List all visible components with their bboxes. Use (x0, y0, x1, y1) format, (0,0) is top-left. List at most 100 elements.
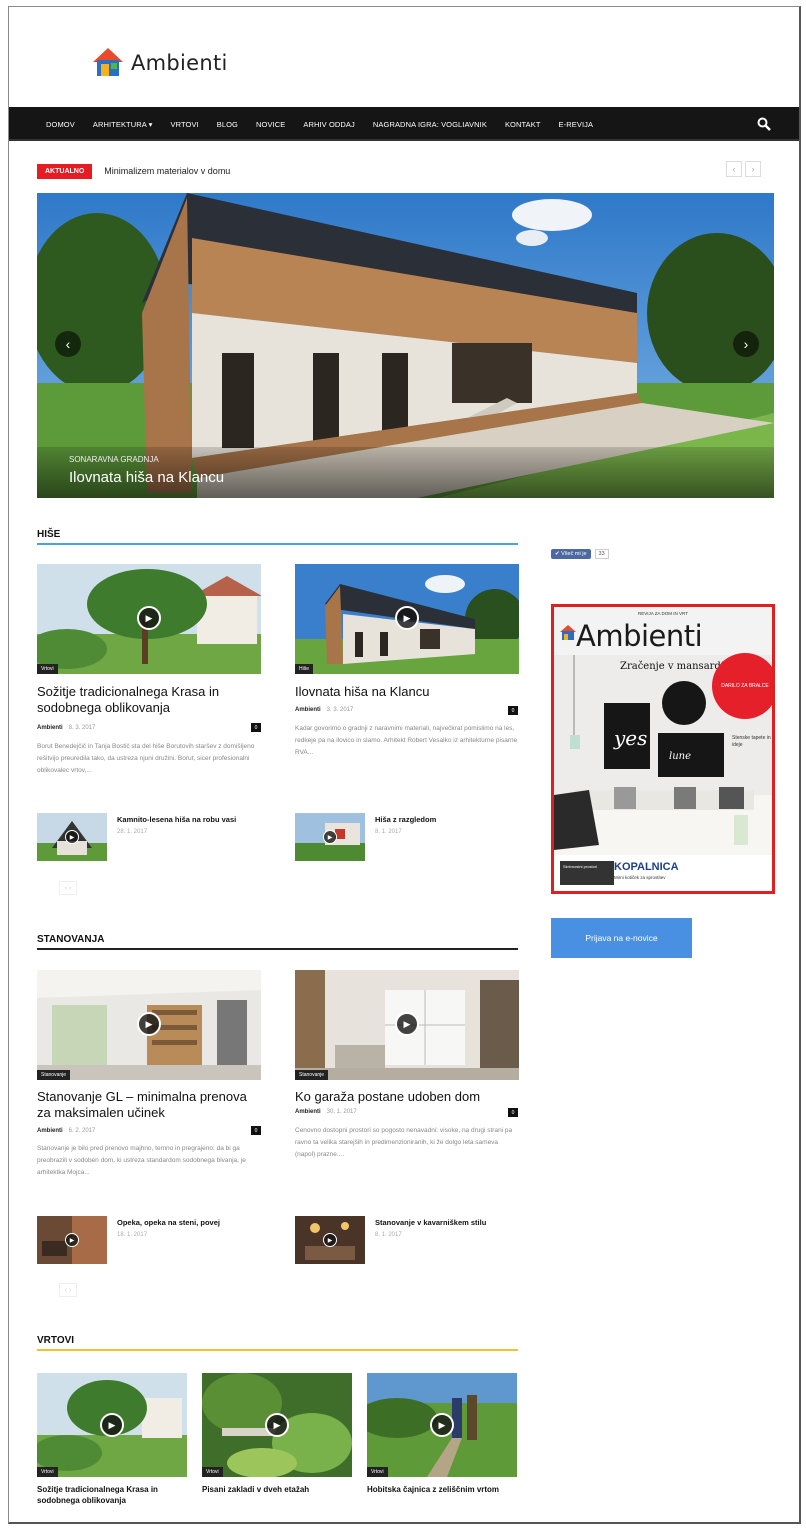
card-title[interactable]: Ko garaža postane udoben dom (295, 1089, 519, 1105)
play-icon[interactable]: ▶ (430, 1413, 454, 1437)
newsletter-signup-button[interactable]: Prijava na e-novice (551, 918, 692, 958)
hero-title[interactable]: Ilovnata hiša na Klancu (69, 469, 224, 486)
small-card-image[interactable]: ▶ (295, 1216, 365, 1264)
small-card-date: 8. 1. 2017 (375, 1232, 402, 1238)
magazine-cover-ad[interactable]: REVIJA ZA DOM IN VRT Ambienti yes lune Z… (551, 604, 775, 894)
nav-item-blog[interactable]: BLOG (208, 120, 247, 129)
play-icon[interactable]: ▶ (137, 1012, 161, 1036)
card-image-stanovanja-2[interactable]: ▶ Stanovanje (295, 970, 519, 1080)
hero-caption[interactable]: SONARAVNA GRADNJA Ilovnata hiša na Klanc… (37, 447, 774, 498)
play-icon[interactable]: ▶ (65, 830, 79, 844)
site-logo[interactable]: Ambienti (91, 43, 228, 83)
card-author[interactable]: Ambienti (37, 725, 63, 731)
card-date: 8. 3. 2017 (68, 725, 96, 731)
svg-text:yes: yes (613, 726, 647, 750)
card-excerpt: Borut Benedejčič in Tanja Bostič sta del… (37, 743, 255, 774)
vrtovi-card-title[interactable]: Hobitska čajnica z zeliščnim vrtom (367, 1484, 517, 1495)
play-icon[interactable]: ▶ (137, 606, 161, 630)
small-card-image[interactable]: ▶ (37, 1216, 107, 1264)
nav-item-arhitektura[interactable]: ARHITEKTURA ▾ (84, 120, 162, 129)
card-excerpt: Kadar govorimo o gradnji z naravnimi mat… (295, 725, 518, 756)
card-excerpt: Stanovanje je bilo pred prenovo majhno, … (37, 1145, 246, 1176)
card-excerpt: Cenovno dostopni prostori so pogosto nen… (295, 1127, 513, 1158)
small-card-title[interactable]: Kamnito-lesena hiša na robu vasi (117, 815, 257, 825)
card-date: 6. 2. 2017 (68, 1128, 96, 1134)
card-author[interactable]: Ambienti (37, 1128, 63, 1134)
ticker-headline[interactable]: Minimalizem materialov v domu (104, 166, 230, 176)
card-image-hise-1[interactable]: ▶ Vrtovi (37, 564, 261, 674)
facebook-like-count: 33 (594, 549, 609, 559)
small-card-title[interactable]: Stanovanje v kavarniškem stilu (375, 1218, 515, 1228)
search-icon[interactable] (757, 117, 771, 131)
svg-text:lune: lune (669, 751, 691, 762)
card-author[interactable]: Ambienti (295, 1109, 321, 1115)
small-card-date: 18. 1. 2017 (117, 1232, 148, 1238)
magazine-badge: DARILO ZA BRALCE (712, 653, 772, 719)
vrtovi-card-image[interactable]: ▶ Vrtovi (367, 1373, 517, 1477)
card-tag[interactable]: Vrtovi (37, 1467, 58, 1477)
play-icon[interactable]: ▶ (395, 1012, 419, 1036)
hero-next-button[interactable]: › (733, 331, 759, 357)
vrtovi-card-image[interactable]: ▶ Vrtovi (202, 1373, 352, 1477)
nav-item-novice[interactable]: NOVICE (247, 120, 294, 129)
vrtovi-card-title[interactable]: Pisani zakladi v dveh etažah (202, 1484, 352, 1495)
card-tag[interactable]: Vrtovi (37, 664, 58, 674)
magazine-note: Stenske tapete in ideje (732, 735, 771, 748)
magazine-bottom-subtitle: Mirni kotiček za sprostitev (614, 875, 666, 880)
small-card-image[interactable]: ▶ (295, 813, 365, 861)
card-image-hise-2[interactable]: ▶ Hiše (295, 564, 519, 674)
nav-item-kontakt[interactable]: KONTAKT (496, 120, 550, 129)
vrtovi-card-image[interactable]: ▶ Vrtovi (37, 1373, 187, 1477)
play-icon[interactable]: ▶ (323, 1233, 337, 1247)
hero-slider[interactable]: ‹ › SONARAVNA GRADNJA Ilovnata hiša na K… (37, 193, 774, 498)
play-icon[interactable]: ▶ (100, 1413, 124, 1437)
card-title[interactable]: Stanovanje GL – minimalna prenova za mak… (37, 1089, 261, 1121)
magazine-bottom-title: KOPALNICA (614, 861, 679, 873)
news-ticker: AKTUALNO Minimalizem materialov v domu (37, 161, 230, 181)
section-pager[interactable]: ‹ › (59, 881, 77, 895)
card-author[interactable]: Ambienti (295, 707, 321, 713)
section-title-stanovanja[interactable]: STANOVANJA (37, 934, 104, 945)
section-divider-stanovanja (37, 948, 518, 950)
magazine-logo-icon (560, 625, 576, 640)
comment-count-badge[interactable]: 0 (508, 706, 518, 715)
card-tag[interactable]: Stanovanje (295, 1070, 329, 1080)
card-image-stanovanja-1[interactable]: ▶ Stanovanje (37, 970, 261, 1080)
card-title[interactable]: Ilovnata hiša na Klancu (295, 684, 519, 700)
hero-category[interactable]: SONARAVNA GRADNJA (69, 455, 159, 464)
play-icon[interactable]: ▶ (65, 1233, 79, 1247)
page-frame: Ambienti DOMOV ARHITEKTURA ▾ VRTOVI BLOG… (8, 6, 801, 1524)
card-title[interactable]: Sožitje tradicionalnega Krasa in sodobne… (37, 684, 261, 716)
play-icon[interactable]: ▶ (395, 606, 419, 630)
ticker-next-button[interactable]: › (745, 161, 761, 177)
section-title-hise[interactable]: HIŠE (37, 529, 60, 540)
small-card-image[interactable]: ▶ (37, 813, 107, 861)
card-tag[interactable]: Stanovanje (37, 1070, 71, 1080)
ticker-prev-button[interactable]: ‹ (726, 161, 742, 177)
comment-count-badge[interactable]: 0 (508, 1108, 518, 1117)
nav-item-nagradna-igra[interactable]: NAGRADNA IGRA: Vogliavnik (364, 120, 496, 129)
hero-prev-button[interactable]: ‹ (55, 331, 81, 357)
nav-item-domov[interactable]: DOMOV (37, 120, 84, 129)
nav-item-vrtovi[interactable]: VRTOVI (162, 120, 208, 129)
comment-count-badge[interactable]: 0 (251, 723, 261, 732)
card-tag[interactable]: Vrtovi (202, 1467, 223, 1477)
small-card-title[interactable]: Hiša z razgledom (375, 815, 515, 825)
comment-count-badge[interactable]: 0 (251, 1126, 261, 1135)
facebook-like-button[interactable]: ✔ Všeč mi je (551, 549, 591, 559)
small-card-title[interactable]: Opeka, opeka na steni, povej (117, 1218, 257, 1228)
card-tag[interactable]: Hiše (295, 664, 314, 674)
logo-icon (93, 48, 123, 76)
ticker-badge: AKTUALNO (37, 163, 93, 179)
small-card-date: 8. 1. 2017 (375, 829, 402, 835)
section-title-vrtovi[interactable]: VRTOVI (37, 1335, 74, 1346)
facebook-like-widget: ✔ Všeč mi je 33 (551, 549, 609, 559)
nav-item-arhiv-oddaj[interactable]: ARHIV ODDAJ (294, 120, 364, 129)
play-icon[interactable]: ▶ (265, 1413, 289, 1437)
section-pager[interactable]: ‹ › (59, 1283, 77, 1297)
card-date: 3. 3. 2017 (326, 707, 354, 713)
nav-item-e-revija[interactable]: E-REVIJA (550, 120, 603, 129)
play-icon[interactable]: ▶ (323, 830, 337, 844)
vrtovi-card-title[interactable]: Sožitje tradicionalnega Krasa in sodobne… (37, 1484, 187, 1506)
card-tag[interactable]: Vrtovi (367, 1467, 388, 1477)
